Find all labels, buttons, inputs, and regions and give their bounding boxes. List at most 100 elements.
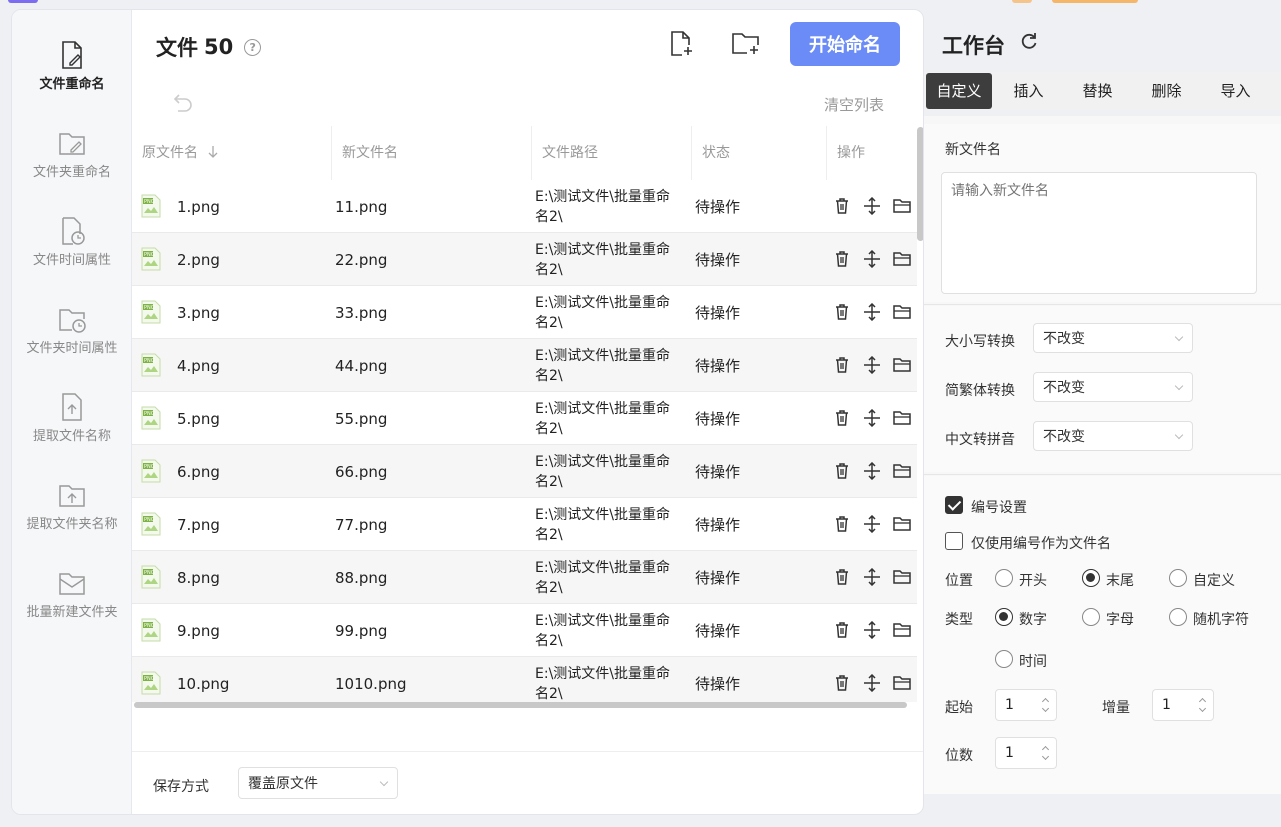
png-file-icon: PNG xyxy=(140,194,162,218)
delete-icon[interactable] xyxy=(833,515,851,533)
position-option-label: 自定义 xyxy=(1193,573,1235,589)
undo-button[interactable] xyxy=(172,92,194,116)
add-folder-button[interactable] xyxy=(730,28,762,60)
only-number-checkbox[interactable] xyxy=(945,532,963,550)
table-row[interactable]: PNG 2.png 22.png E:\测试文件\批量重命名2\ 待操作 xyxy=(132,233,917,286)
folder-upload-icon xyxy=(59,485,85,507)
case-select[interactable]: 不改变 xyxy=(1033,323,1193,353)
open-folder-icon[interactable] xyxy=(892,515,911,533)
table-row[interactable]: PNG 3.png 33.png E:\测试文件\批量重命名2\ 待操作 xyxy=(132,286,917,339)
file-upload-icon xyxy=(62,393,82,421)
tab-replace[interactable]: 替换 xyxy=(1063,72,1132,110)
help-icon[interactable]: ? xyxy=(244,38,262,56)
position-radio-start[interactable] xyxy=(995,569,1013,587)
table-row[interactable]: PNG 9.png 99.png E:\测试文件\批量重命名2\ 待操作 xyxy=(132,604,917,657)
delete-icon[interactable] xyxy=(833,409,851,427)
start-stepper[interactable]: 1 xyxy=(995,689,1057,721)
svg-text:PNG: PNG xyxy=(144,305,155,311)
chevron-down-icon[interactable] xyxy=(1041,704,1050,713)
save-mode-select[interactable]: 覆盖原文件 xyxy=(238,767,398,799)
delete-icon[interactable] xyxy=(833,303,851,321)
tab-insert[interactable]: 插入 xyxy=(994,72,1063,110)
svg-text:PNG: PNG xyxy=(144,464,155,470)
move-icon[interactable] xyxy=(863,620,881,640)
open-folder-icon[interactable] xyxy=(892,197,911,215)
table-row[interactable]: PNG 1.png 11.png E:\测试文件\批量重命名2\ 待操作 xyxy=(132,180,917,233)
digits-stepper[interactable]: 1 xyxy=(995,737,1057,769)
chevron-down-icon[interactable] xyxy=(1198,704,1207,713)
column-original-name[interactable]: 原文件名 xyxy=(132,126,332,180)
open-folder-icon[interactable] xyxy=(892,568,911,586)
sidebar-item-file-rename[interactable]: 文件重命名 xyxy=(12,40,132,92)
delete-icon[interactable] xyxy=(833,356,851,374)
open-folder-icon[interactable] xyxy=(892,674,911,692)
refresh-button[interactable] xyxy=(1019,31,1039,55)
step-stepper[interactable]: 1 xyxy=(1152,689,1214,721)
table-row[interactable]: PNG 5.png 55.png E:\测试文件\批量重命名2\ 待操作 xyxy=(132,392,917,445)
add-file-button[interactable] xyxy=(666,28,698,60)
original-name: 9.png xyxy=(177,621,220,640)
type-radio-number[interactable] xyxy=(995,608,1013,626)
open-folder-icon[interactable] xyxy=(892,303,911,321)
move-icon[interactable] xyxy=(863,302,881,322)
numbering-checkbox[interactable] xyxy=(945,496,963,514)
table-row[interactable]: PNG 8.png 88.png E:\测试文件\批量重命名2\ 待操作 xyxy=(132,551,917,604)
sidebar-item-folder-time[interactable]: 文件夹时间属性 xyxy=(12,304,132,356)
sidebar-item-extract-filename[interactable]: 提取文件名称 xyxy=(12,392,132,444)
case-label: 大小写转换 xyxy=(945,334,1015,350)
delete-icon[interactable] xyxy=(833,621,851,639)
new-name: 1010.png xyxy=(335,674,407,693)
tab-import[interactable]: 导入 xyxy=(1201,72,1270,110)
svg-text:PNG: PNG xyxy=(144,676,155,682)
move-icon[interactable] xyxy=(863,514,881,534)
tab-delete[interactable]: 删除 xyxy=(1132,72,1201,110)
open-folder-icon[interactable] xyxy=(892,462,911,480)
delete-icon[interactable] xyxy=(833,462,851,480)
svg-text:PNG: PNG xyxy=(144,358,155,364)
position-radio-custom[interactable] xyxy=(1169,569,1187,587)
original-name: 10.png xyxy=(177,674,230,693)
open-folder-icon[interactable] xyxy=(892,409,911,427)
table-row[interactable]: PNG 7.png 77.png E:\测试文件\批量重命名2\ 待操作 xyxy=(132,498,917,551)
move-icon[interactable] xyxy=(863,355,881,375)
pinyin-select[interactable]: 不改变 xyxy=(1033,421,1193,451)
chevron-down-icon[interactable] xyxy=(1041,752,1050,761)
table-row[interactable]: PNG 4.png 44.png E:\测试文件\批量重命名2\ 待操作 xyxy=(132,339,917,392)
table-row[interactable]: PNG 6.png 66.png E:\测试文件\批量重命名2\ 待操作 xyxy=(132,445,917,498)
open-folder-icon[interactable] xyxy=(892,621,911,639)
delete-icon[interactable] xyxy=(833,674,851,692)
sidebar-item-extract-foldername[interactable]: 提取文件夹名称 xyxy=(12,480,132,532)
column-new-name: 新文件名 xyxy=(332,126,532,180)
png-file-icon: PNG xyxy=(140,512,162,536)
sidebar-item-folder-rename[interactable]: 文件夹重命名 xyxy=(12,128,132,180)
clear-list-button[interactable]: 清空列表 xyxy=(824,94,884,115)
delete-icon[interactable] xyxy=(833,250,851,268)
type-radio-time[interactable] xyxy=(995,650,1013,668)
sidebar-item-label: 批量新建文件夹 xyxy=(26,605,118,620)
sidebar-item-batch-new-folder[interactable]: 批量新建文件夹 xyxy=(12,568,132,620)
delete-icon[interactable] xyxy=(833,197,851,215)
horizontal-scrollbar[interactable] xyxy=(134,702,907,708)
tab-custom[interactable]: 自定义 xyxy=(926,73,992,109)
file-path: E:\测试文件\批量重命名2\ xyxy=(535,665,670,702)
sidebar-item-file-time[interactable]: 文件时间属性 xyxy=(12,216,132,268)
open-folder-icon[interactable] xyxy=(892,250,911,268)
trad-select[interactable]: 不改变 xyxy=(1033,372,1193,402)
table-row[interactable]: PNG 10.png 1010.png E:\测试文件\批量重命名2\ 待操作 xyxy=(132,657,917,702)
start-rename-button[interactable]: 开始命名 xyxy=(790,22,900,66)
position-radio-end[interactable] xyxy=(1082,569,1100,587)
vertical-scrollbar[interactable] xyxy=(917,127,923,241)
new-name-input[interactable] xyxy=(941,172,1257,294)
move-icon[interactable] xyxy=(863,567,881,587)
chevron-down-icon xyxy=(379,777,389,787)
move-icon[interactable] xyxy=(863,249,881,269)
move-icon[interactable] xyxy=(863,196,881,216)
delete-icon[interactable] xyxy=(833,568,851,586)
type-radio-letter[interactable] xyxy=(1082,608,1100,626)
move-icon[interactable] xyxy=(863,408,881,428)
status: 待操作 xyxy=(695,410,741,428)
open-folder-icon[interactable] xyxy=(892,356,911,374)
type-radio-random[interactable] xyxy=(1169,608,1187,626)
move-icon[interactable] xyxy=(863,673,881,693)
move-icon[interactable] xyxy=(863,461,881,481)
